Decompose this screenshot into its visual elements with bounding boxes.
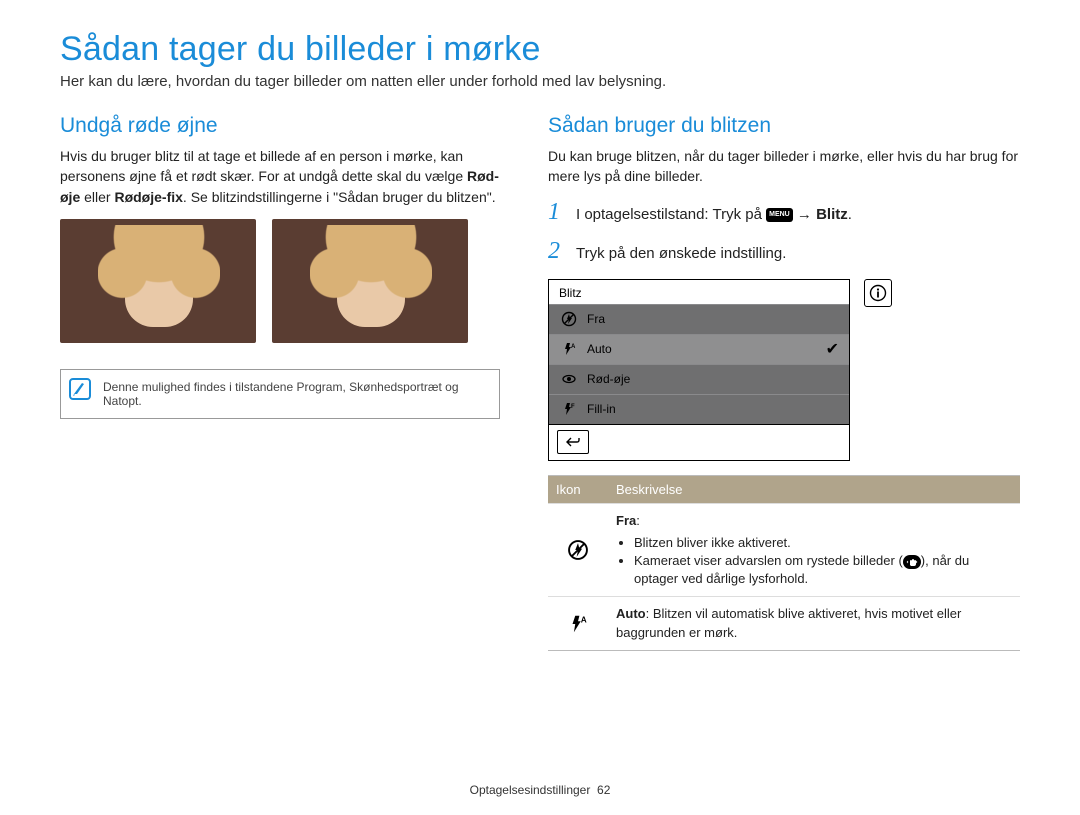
step1-pre: I optagelsestilstand: Tryk på <box>576 206 766 223</box>
shake-warning-icon <box>903 555 921 569</box>
left-body-post: . Se blitzindstillingerne i "Sådan bruge… <box>183 189 496 205</box>
footer-page: 62 <box>597 783 610 797</box>
example-photos <box>60 219 500 343</box>
footer-section: Optagelsesindstillinger <box>470 783 591 797</box>
step1-bold: Blitz <box>816 206 848 223</box>
note-box: Denne mulighed findes i tilstandene Prog… <box>60 369 500 419</box>
page-intro: Her kan du lære, hvordan du tager billed… <box>60 73 1020 90</box>
left-body: Hvis du bruger blitz til at tage et bill… <box>60 146 500 207</box>
flash-options-table: Ikon Beskrivelse Fra: Blitzen bliver ikk… <box>548 475 1020 651</box>
table-row: A Auto: Blitzen vil automatisk blive akt… <box>548 596 1020 649</box>
flash-fill-icon: F <box>559 399 579 419</box>
row-bullet: Blitzen bliver ikke aktiveret. <box>634 534 1012 552</box>
note-icon <box>69 378 91 400</box>
flash-auto-icon: A <box>567 613 589 635</box>
row-title: Fra <box>616 513 636 528</box>
step-1: 1 I optagelsestilstand: Tryk på MENU → B… <box>548 199 1020 226</box>
left-bold-2: Rødøje-fix <box>114 189 182 205</box>
flash-off-icon <box>567 539 589 561</box>
step2-text: Tryk på den ønskede indstilling. <box>576 245 786 262</box>
page-title: Sådan tager du billeder i mørke <box>60 30 1020 69</box>
menu-item-label: Fill-in <box>587 402 616 416</box>
row-text: : Blitzen vil automatisk blive aktiveret… <box>616 606 961 639</box>
row-title: Auto <box>616 606 646 621</box>
photo-fixed <box>272 219 468 343</box>
svg-text:A: A <box>571 344 576 350</box>
section-heading-left: Undgå røde øjne <box>60 114 500 138</box>
menu-item-auto[interactable]: A Auto ✔ <box>549 334 849 364</box>
section-heading-right: Sådan bruger du blitzen <box>548 114 1020 138</box>
menu-icon: MENU <box>766 208 793 222</box>
right-intro: Du kan bruge blitzen, når du tager bille… <box>548 146 1020 187</box>
step-number-1: 1 <box>548 199 566 226</box>
menu-item-fra[interactable]: Fra <box>549 304 849 334</box>
row-bullet: Kameraet viser advarslen om rystede bill… <box>634 552 1012 588</box>
step1-arrow: → <box>797 206 816 223</box>
check-icon: ✔ <box>826 339 839 359</box>
back-button[interactable] <box>557 430 589 454</box>
left-body-pre: Hvis du bruger blitz til at tage et bill… <box>60 148 467 184</box>
back-arrow-icon <box>565 436 581 448</box>
table-header-desc: Beskrivelse <box>608 476 1020 503</box>
step-2: 2 Tryk på den ønskede indstilling. <box>548 238 1020 265</box>
table-row: Fra: Blitzen bliver ikke aktiveret. Kame… <box>548 503 1020 597</box>
menu-item-label: Rød-øje <box>587 372 630 386</box>
flash-off-icon <box>559 309 579 329</box>
camera-menu-screenshot: Blitz Fra A Auto ✔ Rød-ø <box>548 279 850 461</box>
eye-icon <box>559 369 579 389</box>
menu-item-fillin[interactable]: F Fill-in <box>549 394 849 424</box>
menu-item-label: Fra <box>587 312 605 326</box>
menu-item-redeye[interactable]: Rød-øje <box>549 364 849 394</box>
left-mid: eller <box>80 189 114 205</box>
step-number-2: 2 <box>548 238 566 265</box>
flash-auto-icon: A <box>559 339 579 359</box>
info-icon <box>869 284 887 302</box>
table-header-icon: Ikon <box>548 476 608 503</box>
note-text: Denne mulighed findes i tilstandene Prog… <box>103 380 459 408</box>
page-footer: Optagelsesindstillinger 62 <box>0 783 1080 797</box>
svg-text:F: F <box>571 404 575 410</box>
photo-red-eye <box>60 219 256 343</box>
menu-title: Blitz <box>549 280 849 304</box>
menu-item-label: Auto <box>587 342 612 356</box>
info-button[interactable] <box>864 279 892 307</box>
svg-text:A: A <box>581 615 587 624</box>
